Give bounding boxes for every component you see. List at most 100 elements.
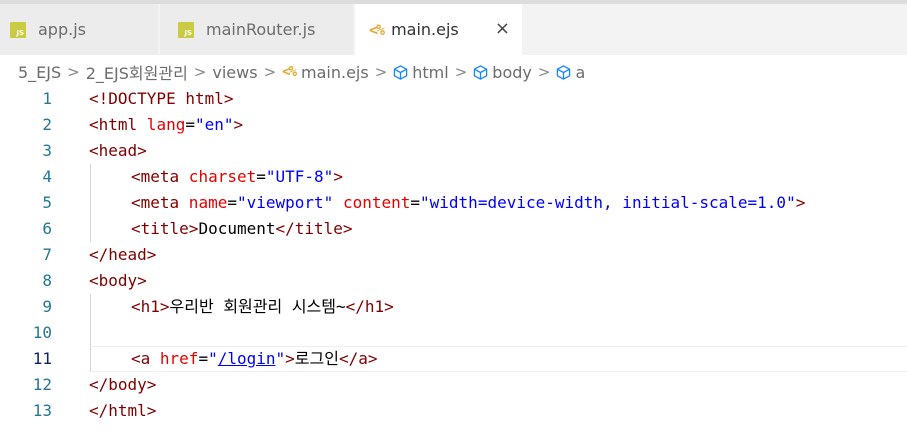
code-text: </head>: [89, 242, 156, 268]
code-token: </head>: [89, 245, 157, 264]
code-text: </body>: [89, 372, 156, 398]
code-token: >: [233, 115, 244, 134]
tab-bar: JS app.js JS mainRouter.js <% main.ejs ×: [0, 0, 907, 55]
line-number: 5: [42, 193, 52, 212]
code-token: ": [275, 349, 286, 368]
code-token: <h1>: [131, 297, 170, 316]
breadcrumb-item-symbol[interactable]: body: [492, 63, 532, 82]
code-line-current[interactable]: 11 <a href="/login">로그인</a>: [0, 346, 907, 372]
code-text: <meta name="viewport" content="width=dev…: [131, 190, 805, 216]
code-token: =: [185, 115, 195, 134]
code-token: <html: [89, 115, 138, 134]
close-icon[interactable]: ×: [495, 18, 510, 39]
code-token: 우리반 회원관리 시스템~: [169, 297, 346, 316]
code-line[interactable]: 12 </body>: [0, 372, 907, 398]
tab-mainrouter-js[interactable]: JS mainRouter.js: [160, 4, 354, 55]
code-token: <!DOCTYPE html>: [89, 89, 234, 108]
code-text: <head>: [89, 138, 147, 164]
code-line[interactable]: 7 </head>: [0, 242, 907, 268]
code-token: <meta: [131, 193, 180, 212]
chevron-right-icon: >: [537, 63, 551, 81]
code-token: "en": [194, 115, 234, 134]
chevron-right-icon: >: [374, 63, 388, 81]
code-token: <meta: [131, 167, 180, 186]
code-token: lang: [137, 115, 186, 134]
js-file-icon: JS: [10, 21, 26, 38]
code-line[interactable]: 13 </html>: [0, 398, 907, 424]
code-token: <title>: [131, 219, 199, 238]
breadcrumb-item-folder[interactable]: views: [212, 63, 257, 82]
code-line[interactable]: 8 <body>: [0, 268, 907, 294]
code-token: </html>: [89, 401, 157, 420]
code-line[interactable]: 9 <h1>우리반 회원관리 시스템~</h1>: [0, 294, 907, 320]
line-number: 6: [42, 219, 52, 238]
code-line[interactable]: 3 <head>: [0, 138, 907, 164]
line-number: 4: [42, 167, 52, 186]
code-token: =: [227, 193, 237, 212]
breadcrumb-item-folder[interactable]: 2_EJS회원관리: [86, 60, 188, 84]
code-text: <title>Document</title>: [131, 216, 353, 242]
tab-label: main.ejs: [391, 20, 459, 39]
line-number: 7: [42, 245, 52, 264]
line-number: 3: [42, 141, 52, 160]
code-token: "viewport": [236, 193, 334, 212]
code-token: <head>: [89, 141, 147, 160]
code-token: </body>: [89, 375, 157, 394]
code-text: <!DOCTYPE html>: [89, 86, 234, 112]
breadcrumb-item-folder[interactable]: 5_EJS: [18, 63, 61, 82]
line-number: 1: [42, 89, 52, 108]
code-token: 로그인: [294, 349, 339, 368]
code-token: </title>: [275, 219, 353, 238]
line-number: 9: [42, 297, 52, 316]
code-line[interactable]: 1 <!DOCTYPE html>: [0, 86, 907, 112]
line-number: 13: [32, 401, 52, 420]
code-text: <body>: [89, 268, 147, 294]
code-line[interactable]: 4 <meta charset="UTF-8">: [0, 164, 907, 190]
code-token: >: [795, 193, 806, 212]
chevron-right-icon: >: [193, 63, 207, 81]
code-text: <h1>우리반 회원관리 시스템~</h1>: [131, 294, 394, 320]
code-token: Document: [198, 219, 276, 238]
code-token: name: [179, 193, 228, 212]
code-token: "UTF-8": [265, 167, 334, 186]
symbol-element-icon: [557, 64, 571, 80]
line-number: 11: [32, 349, 52, 368]
code-token: =: [256, 167, 266, 186]
code-line[interactable]: 2 <html lang="en">: [0, 112, 907, 138]
symbol-element-icon: [394, 64, 408, 80]
code-token: href: [150, 349, 199, 368]
code-text: <meta charset="UTF-8">: [131, 164, 343, 190]
tab-app-js[interactable]: JS app.js: [0, 4, 159, 55]
code-line[interactable]: 10: [0, 320, 907, 346]
code-line[interactable]: 5 <meta name="viewport" content="width=d…: [0, 190, 907, 216]
chevron-right-icon: >: [263, 63, 277, 81]
code-token: >: [285, 349, 295, 368]
code-token: charset: [179, 167, 257, 186]
code-token: >: [333, 167, 343, 186]
tab-label: app.js: [38, 20, 86, 39]
line-number: 12: [32, 375, 52, 394]
breadcrumb-item-symbol[interactable]: a: [575, 63, 585, 82]
code-text: </html>: [89, 398, 156, 424]
code-token: </a>: [338, 349, 378, 368]
code-token: <body>: [89, 271, 147, 290]
symbol-element-icon: [474, 64, 488, 80]
breadcrumb: 5_EJS > 2_EJS회원관리 > views > <% main.ejs …: [18, 60, 585, 84]
tab-label: mainRouter.js: [206, 20, 316, 39]
code-text: <a href="/login">로그인</a>: [131, 346, 378, 372]
breadcrumb-item-file[interactable]: main.ejs: [301, 63, 369, 82]
chevron-right-icon: >: [67, 63, 80, 81]
code-token: =: [198, 349, 209, 368]
line-number: 2: [42, 115, 52, 134]
tab-main-ejs[interactable]: <% main.ejs ×: [355, 4, 523, 55]
href-link[interactable]: /login: [218, 349, 276, 368]
ejs-file-icon: <%: [282, 64, 297, 80]
line-number: 10: [32, 323, 52, 342]
ejs-file-icon: <%: [369, 20, 385, 39]
code-token: ": [208, 349, 218, 368]
code-line[interactable]: 6 <title>Document</title>: [0, 216, 907, 242]
code-text: <html lang="en">: [89, 112, 243, 138]
code-token: content: [333, 193, 411, 212]
code-token: </h1>: [345, 297, 394, 316]
breadcrumb-item-symbol[interactable]: html: [412, 63, 448, 82]
